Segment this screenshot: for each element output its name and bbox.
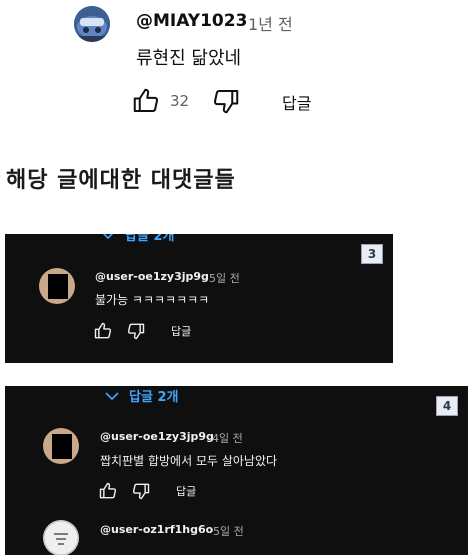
replies-toggle[interactable]: 답글 2개 <box>101 234 174 244</box>
like-icon[interactable] <box>93 321 113 341</box>
dislike-icon[interactable] <box>126 321 146 341</box>
comment-text: 짭치판별 합방에서 모두 살아남았다 <box>100 454 278 468</box>
censor-block <box>48 274 68 299</box>
dislike-icon[interactable] <box>131 481 151 501</box>
top-comment: @MIAY1023 1년 전 류현진 닮았네 32 답글 <box>0 0 474 140</box>
like-icon[interactable] <box>131 86 161 116</box>
like-icon[interactable] <box>98 481 118 501</box>
comment-time[interactable]: 4일 전 <box>212 430 243 446</box>
dislike-icon[interactable] <box>211 86 241 116</box>
comment-time[interactable]: 5일 전 <box>209 270 240 286</box>
replies-toggle-label: 답글 2개 <box>125 234 175 244</box>
comment-author[interactable]: @user-oe1zy3jp9g <box>95 270 209 283</box>
comment-time[interactable]: 1년 전 <box>248 11 293 35</box>
comment-author[interactable]: @user-oe1zy3jp9g <box>100 430 214 443</box>
avatar[interactable] <box>43 428 79 464</box>
chevron-down-icon <box>105 391 119 400</box>
like-count: 32 <box>170 92 190 110</box>
number-badge: 3 <box>361 244 383 264</box>
reply-button[interactable]: 답글 <box>282 90 311 114</box>
reply-button[interactable]: 답글 <box>171 323 191 339</box>
comment-text: 불가능 ㅋㅋㅋㅋㅋㅋㅋ <box>95 293 210 307</box>
comment-author[interactable]: @MIAY1023 <box>136 11 247 31</box>
chevron-down-icon <box>103 234 113 239</box>
comment-author[interactable]: @user-oz1rf1hg6o <box>100 523 213 536</box>
reply-screenshot-panel: 답글 2개 3 @user-oe1zy3jp9g 5일 전 불가능 ㅋㅋㅋㅋㅋㅋ… <box>5 234 393 363</box>
reply-button[interactable]: 답글 <box>176 483 196 499</box>
replies-toggle-label: 답글 2개 <box>129 390 179 405</box>
replies-toggle[interactable]: 답글 2개 <box>105 386 178 405</box>
number-badge: 4 <box>436 396 458 416</box>
comment-text: 류현진 닮았네 <box>136 48 242 69</box>
reply-screenshot-panel: 답글 2개 4 @user-oe1zy3jp9g 4일 전 짭치판별 합방에서 … <box>5 386 468 555</box>
censor-block <box>52 434 72 459</box>
section-title: 해당 글에대한 대댓글들 <box>6 168 236 193</box>
comment-time[interactable]: 5일 전 <box>213 523 244 539</box>
avatar[interactable] <box>43 520 79 555</box>
avatar[interactable] <box>74 6 110 42</box>
avatar[interactable] <box>39 268 75 304</box>
